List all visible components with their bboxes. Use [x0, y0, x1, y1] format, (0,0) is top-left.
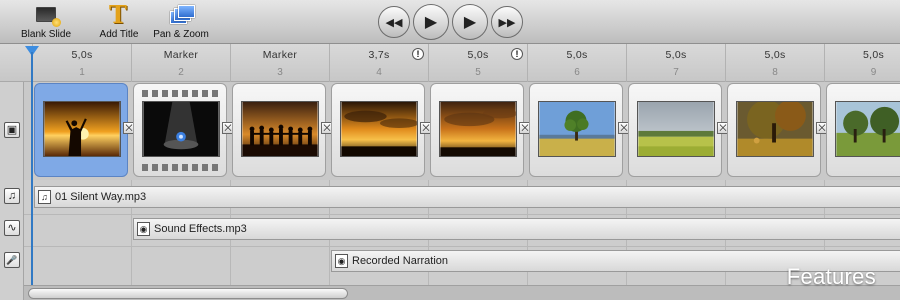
- slide-4[interactable]: [331, 83, 425, 177]
- microphone-icon: 🎤: [4, 252, 20, 268]
- audio-file-icon: ◉: [335, 254, 348, 268]
- slide-number: 9: [870, 67, 877, 78]
- film-strip-top: [142, 90, 220, 97]
- slide-thumbnail-olive-trees: [835, 101, 900, 157]
- rewind-icon: ◀◀: [385, 16, 403, 29]
- scrollbar-thumb[interactable]: [28, 288, 348, 299]
- slide-duration: 5,0s: [566, 49, 588, 61]
- play-icon: ▶: [424, 14, 438, 31]
- slide-1[interactable]: [34, 83, 128, 177]
- slide-thumbnail-autumn-tree: [736, 101, 814, 157]
- slide-3[interactable]: [232, 83, 326, 177]
- slide-number: 5: [475, 67, 481, 78]
- forward-button[interactable]: ▶▶: [491, 6, 523, 38]
- slide-2[interactable]: [133, 83, 227, 177]
- slide-duration: Marker: [163, 49, 199, 61]
- slide-thumbnail-sunset-silhouette: [43, 101, 121, 157]
- sound-effects-clip[interactable]: ◉ Sound Effects.mp3: [133, 218, 900, 240]
- slide-duration: 5,0s: [862, 49, 885, 61]
- track-divider: [24, 214, 900, 215]
- slide-number: 8: [772, 67, 778, 78]
- warning-icon[interactable]: !: [412, 48, 424, 60]
- sound-effects-track-icon: ∿: [4, 220, 20, 236]
- add-title-label: Add Title: [99, 29, 139, 40]
- forward-icon: ▶▶: [498, 16, 516, 29]
- warning-icon[interactable]: !: [511, 48, 523, 60]
- slide-thumbnail-sunset-clouds: [340, 101, 418, 157]
- slide-thumbnail-grass-field: [637, 101, 715, 157]
- ruler-cell[interactable]: Marker 2: [131, 44, 230, 82]
- slide-number: 6: [574, 67, 580, 78]
- music-track-icon: ♫: [4, 188, 20, 204]
- toolbar: Blank Slide T Add Title Pan & Zoom ◀◀ ▶ …: [0, 0, 900, 44]
- pan-zoom-button[interactable]: Pan & Zoom: [146, 2, 216, 40]
- horizontal-scrollbar[interactable]: [24, 285, 900, 300]
- slide-thumbnail-sunset-clouds-2: [439, 101, 517, 157]
- slide-7[interactable]: [628, 83, 722, 177]
- play-fullscreen-button[interactable]: ▶: [452, 4, 488, 40]
- features-caption: Features: [786, 264, 876, 289]
- blank-slide-button[interactable]: Blank Slide: [11, 2, 81, 40]
- slide-number: 1: [79, 67, 85, 78]
- ruler-cell[interactable]: 5,0s 6: [527, 44, 626, 82]
- slide-5[interactable]: [430, 83, 524, 177]
- audio-tracks: ♫ 01 Silent Way.mp3 ◉ Sound Effects.mp3 …: [24, 180, 900, 285]
- transport-controls: ◀◀ ▶ ▶ ▶▶: [378, 4, 523, 40]
- slide-number: 2: [178, 67, 184, 78]
- ruler-cell[interactable]: 5,0s 7: [626, 44, 725, 82]
- ruler-cell[interactable]: 5,0s 8: [725, 44, 824, 82]
- pan-zoom-label: Pan & Zoom: [153, 29, 209, 40]
- track-gutter: ▣ ♫ ∿ 🎤: [0, 82, 24, 300]
- track-divider: [24, 246, 900, 247]
- rewind-button[interactable]: ◀◀: [378, 6, 410, 38]
- slide-duration: Marker: [262, 49, 298, 61]
- timeline-ruler: 5,0s 1 Marker 2 Marker 3 3,7s ! 4 5,0s !…: [0, 44, 900, 82]
- sound-effects-clip-label: Sound Effects.mp3: [154, 223, 247, 235]
- slide-8[interactable]: [727, 83, 821, 177]
- blank-slide-icon: [32, 2, 61, 28]
- film-strip-bottom: [142, 164, 220, 171]
- play-button[interactable]: ▶: [413, 4, 449, 40]
- slide-thumbnail-people-sunset: [241, 101, 319, 157]
- pan-zoom-icon: [167, 2, 195, 28]
- play-fullscreen-icon: ▶: [463, 14, 477, 31]
- slide-duration: 5,0s: [665, 49, 687, 61]
- slide-strip: ⨉ ⨉ ⨉ ⨉ ⨉ ⨉ ⨉ ⨉: [24, 82, 900, 180]
- ruler-cell[interactable]: 5,0s 9: [824, 44, 900, 82]
- slides-track-icon: ▣: [4, 122, 20, 138]
- slide-duration: 5,0s: [764, 49, 786, 61]
- slide-6[interactable]: [529, 83, 623, 177]
- blank-slide-label: Blank Slide: [20, 29, 72, 40]
- ruler-cell[interactable]: 5,0s 1: [32, 44, 131, 82]
- narration-clip-label: Recorded Narration: [352, 255, 448, 267]
- playhead-line: [31, 52, 33, 292]
- slide-9[interactable]: [826, 83, 900, 177]
- slide-number: 4: [376, 67, 382, 78]
- ruler-cell[interactable]: 5,0s ! 5: [428, 44, 527, 82]
- music-note-icon: ♫: [38, 190, 51, 204]
- slide-number: 7: [673, 67, 679, 78]
- ruler-cell[interactable]: 3,7s ! 4: [329, 44, 428, 82]
- add-title-button[interactable]: T Add Title: [84, 0, 154, 40]
- music-clip[interactable]: ♫ 01 Silent Way.mp3: [34, 186, 900, 208]
- slide-thumbnail-spotlight: [142, 101, 220, 157]
- slide-duration: 5,0s: [71, 49, 93, 61]
- music-clip-label: 01 Silent Way.mp3: [55, 191, 147, 203]
- slide-thumbnail-tree-field: [538, 101, 616, 157]
- audio-file-icon: ◉: [137, 222, 150, 236]
- title-icon: T: [109, 0, 127, 29]
- slide-number: 3: [277, 67, 283, 78]
- ruler-cell[interactable]: Marker 3: [230, 44, 329, 82]
